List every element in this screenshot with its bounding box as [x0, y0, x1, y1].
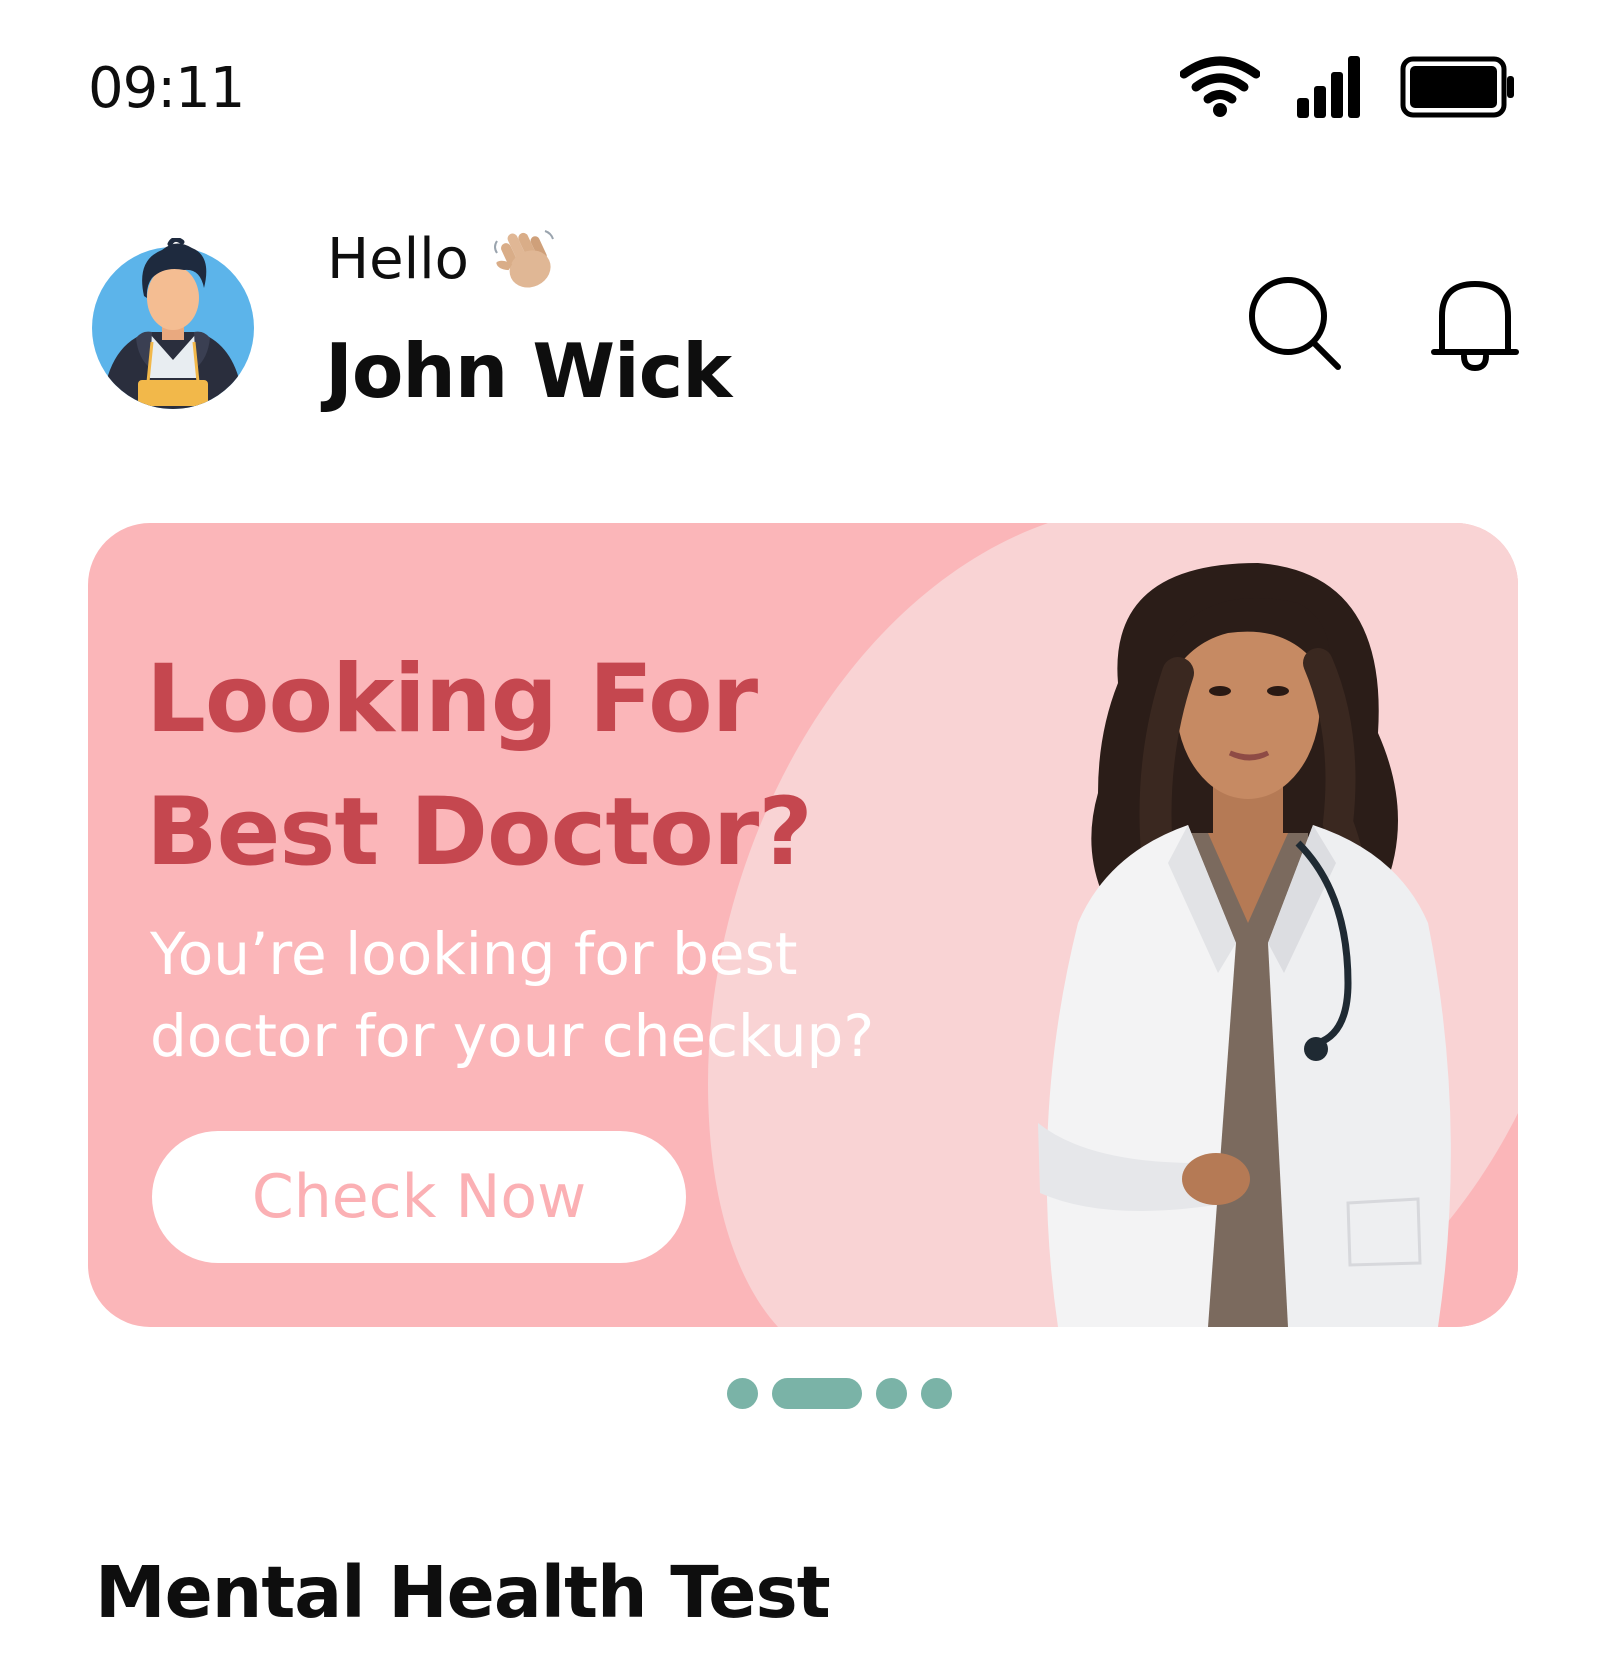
bell-icon	[1431, 281, 1519, 372]
greeting: Hello	[327, 225, 557, 295]
avatar[interactable]	[92, 238, 254, 410]
signal-icon	[1297, 56, 1360, 118]
scroll-fade	[0, 1615, 1600, 1660]
carousel-dot[interactable]	[727, 1377, 758, 1409]
banner-subtitle: You’re looking for best doctor for your …	[150, 920, 875, 1070]
wifi-icon	[1180, 56, 1260, 117]
notification-button[interactable]	[1420, 272, 1530, 382]
carousel-indicator	[727, 1377, 952, 1409]
check-now-button[interactable]: Check Now	[152, 1131, 686, 1263]
search-icon	[1249, 277, 1341, 370]
greeting-text: Hello	[327, 227, 469, 292]
waving-hand-icon	[493, 230, 554, 288]
battery-icon	[1400, 56, 1514, 118]
carousel-dot[interactable]	[876, 1377, 907, 1409]
banner-title: Looking For Best Doctor?	[146, 645, 813, 887]
user-name: John Wick	[325, 327, 732, 415]
carousel-dot[interactable]	[921, 1377, 952, 1409]
status-time: 09:11	[88, 56, 245, 121]
doctor-photo	[1038, 563, 1451, 1327]
promo-banner[interactable]: Looking For Best Doctor? You’re looking …	[88, 523, 1518, 1327]
search-button[interactable]	[1240, 270, 1350, 380]
status-icons	[1180, 50, 1520, 122]
carousel-dot-active[interactable]	[772, 1377, 862, 1409]
